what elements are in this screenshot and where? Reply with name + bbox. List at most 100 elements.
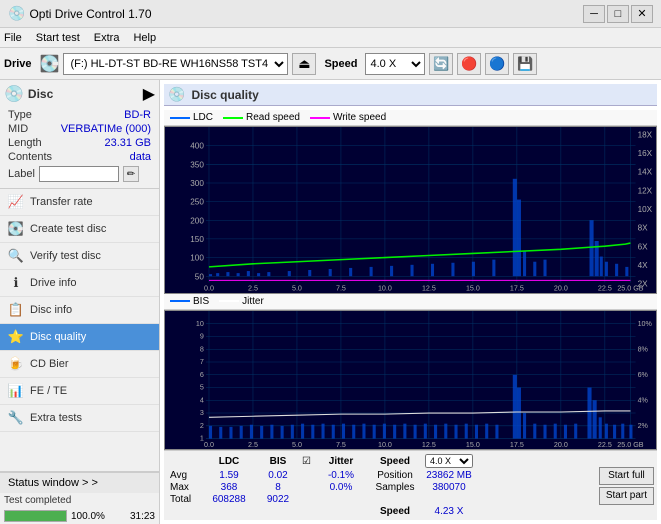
progress-bar-outer: [4, 510, 67, 522]
bottom-controls: LDC BIS ☑ Jitter Speed 4.0 X Avg 1.59 0.…: [164, 450, 657, 520]
svg-text:10X: 10X: [638, 205, 653, 214]
svg-text:22.5: 22.5: [598, 440, 612, 449]
max-label: Max: [170, 482, 200, 493]
svg-text:15.0: 15.0: [466, 284, 480, 293]
fe-te-label: FE / TE: [30, 385, 67, 397]
speed-label: Speed: [324, 58, 357, 70]
write-speed-legend-dot: [310, 117, 330, 119]
status-window-button[interactable]: Status window > >: [0, 472, 159, 493]
sidebar-item-create-test-disc[interactable]: 💽 Create test disc: [0, 216, 159, 243]
chart-area: 💿 Disc quality LDC Read speed Write spee…: [160, 80, 661, 524]
toolbar: Drive 💽 (F:) HL-DT-ST BD-RE WH16NS58 TST…: [0, 48, 661, 80]
max-ldc: 368: [204, 482, 254, 493]
fe-te-icon: 📊: [8, 383, 24, 399]
svg-text:250: 250: [190, 198, 204, 207]
menu-extra[interactable]: Extra: [94, 32, 120, 44]
refresh-button[interactable]: 🔄: [429, 53, 453, 75]
legend-read-speed: Read speed: [223, 112, 300, 123]
chart-header-icon: 💿: [168, 86, 185, 103]
progress-bar-inner: [5, 511, 66, 521]
verify-test-disc-icon: 🔍: [8, 248, 24, 264]
disc-section: 💿 Disc ▶ Type BD-R MID VERBATIMe (000) L…: [0, 80, 159, 189]
create-test-disc-icon: 💽: [8, 221, 24, 237]
progress-bar-area: 100.0% 31:23: [0, 508, 159, 524]
avg-bis: 0.02: [258, 470, 298, 481]
svg-text:2.5: 2.5: [248, 284, 258, 293]
legend-bis: BIS: [170, 296, 209, 307]
menu-file[interactable]: File: [4, 32, 22, 44]
menu-help[interactable]: Help: [133, 32, 156, 44]
disc-info-icon: 📋: [8, 302, 24, 318]
svg-text:6: 6: [200, 370, 204, 379]
max-jitter: 0.0%: [316, 482, 366, 493]
buttons-section: Start full Start part: [596, 451, 657, 520]
main-content: 💿 Disc ▶ Type BD-R MID VERBATIMe (000) L…: [0, 80, 661, 524]
titlebar: 💿 Opti Drive Control 1.70 ─ □ ✕: [0, 0, 661, 28]
svg-text:5.0: 5.0: [292, 440, 302, 449]
extra-tests-icon: 🔧: [8, 410, 24, 426]
drive-info-label: Drive info: [30, 277, 76, 289]
svg-text:2%: 2%: [638, 421, 649, 430]
sidebar-navigation: 📈 Transfer rate 💽 Create test disc 🔍 Ver…: [0, 189, 159, 471]
svg-text:18X: 18X: [638, 130, 653, 139]
drive-info-icon: ℹ: [8, 275, 24, 291]
drive-icon: 💽: [40, 54, 60, 74]
svg-text:4X: 4X: [638, 261, 649, 270]
app-icon: 💿: [8, 5, 25, 22]
disc-label-edit-btn[interactable]: ✏: [123, 166, 139, 182]
svg-text:20.0: 20.0: [554, 440, 568, 449]
sidebar-item-disc-info[interactable]: 📋 Disc info: [0, 297, 159, 324]
save-button[interactable]: 💾: [513, 53, 537, 75]
menubar: File Start test Extra Help: [0, 28, 661, 48]
sidebar-item-verify-test-disc[interactable]: 🔍 Verify test disc: [0, 243, 159, 270]
svg-text:150: 150: [190, 235, 204, 244]
create-test-disc-label: Create test disc: [30, 223, 106, 235]
minimize-button[interactable]: ─: [583, 5, 605, 23]
speed-dropdown[interactable]: 4.0 X: [425, 454, 473, 468]
drive-select[interactable]: (F:) HL-DT-ST BD-RE WH16NS58 TST4: [63, 53, 288, 75]
stats-section: LDC BIS ☑ Jitter Speed 4.0 X Avg 1.59 0.…: [164, 451, 596, 520]
speed-select[interactable]: 4.0 X: [365, 53, 425, 75]
settings-button1[interactable]: 🔴: [457, 53, 481, 75]
app-title: Opti Drive Control 1.70: [29, 7, 583, 21]
speed-col-header: Speed: [370, 456, 420, 467]
svg-text:20.0: 20.0: [554, 284, 568, 293]
disc-info-label: Disc info: [30, 304, 72, 316]
progress-time: 31:23: [115, 511, 155, 522]
bis-header: BIS: [258, 456, 298, 467]
sidebar-item-drive-info[interactable]: ℹ Drive info: [0, 270, 159, 297]
svg-text:0.0: 0.0: [204, 284, 214, 293]
start-full-button[interactable]: Start full: [599, 467, 654, 485]
disc-label-input[interactable]: [39, 166, 119, 182]
legend-jitter: Jitter: [219, 296, 264, 307]
svg-text:3: 3: [200, 408, 204, 417]
close-button[interactable]: ✕: [631, 5, 653, 23]
svg-text:7.5: 7.5: [336, 284, 346, 293]
svg-text:15.0: 15.0: [466, 440, 480, 449]
maximize-button[interactable]: □: [607, 5, 629, 23]
svg-text:350: 350: [190, 160, 204, 169]
settings-button2[interactable]: 🔵: [485, 53, 509, 75]
read-speed-legend-label: Read speed: [246, 112, 300, 123]
sidebar-item-disc-quality[interactable]: ⭐ Disc quality: [0, 324, 159, 351]
sidebar-item-cd-bier[interactable]: 🍺 CD Bier: [0, 351, 159, 378]
legend-ldc: LDC: [170, 112, 213, 123]
sidebar-item-fe-te[interactable]: 📊 FE / TE: [0, 378, 159, 405]
svg-text:6X: 6X: [638, 242, 649, 251]
svg-text:14X: 14X: [638, 168, 653, 177]
start-part-button[interactable]: Start part: [599, 487, 654, 505]
menu-start-test[interactable]: Start test: [36, 32, 80, 44]
svg-text:300: 300: [190, 179, 204, 188]
svg-text:200: 200: [190, 216, 204, 225]
eject-button[interactable]: ⏏: [292, 53, 316, 75]
disc-quality-icon: ⭐: [8, 329, 24, 345]
extra-tests-label: Extra tests: [30, 412, 82, 424]
sidebar-item-transfer-rate[interactable]: 📈 Transfer rate: [0, 189, 159, 216]
sidebar-item-extra-tests[interactable]: 🔧 Extra tests: [0, 405, 159, 432]
transfer-rate-icon: 📈: [8, 194, 24, 210]
jitter-legend-dot: [219, 300, 239, 302]
bottom-chart-legend: BIS Jitter: [164, 294, 657, 310]
status-text: Test completed: [4, 495, 74, 506]
svg-text:22.5: 22.5: [598, 284, 612, 293]
disc-label-label: Label: [8, 168, 35, 180]
